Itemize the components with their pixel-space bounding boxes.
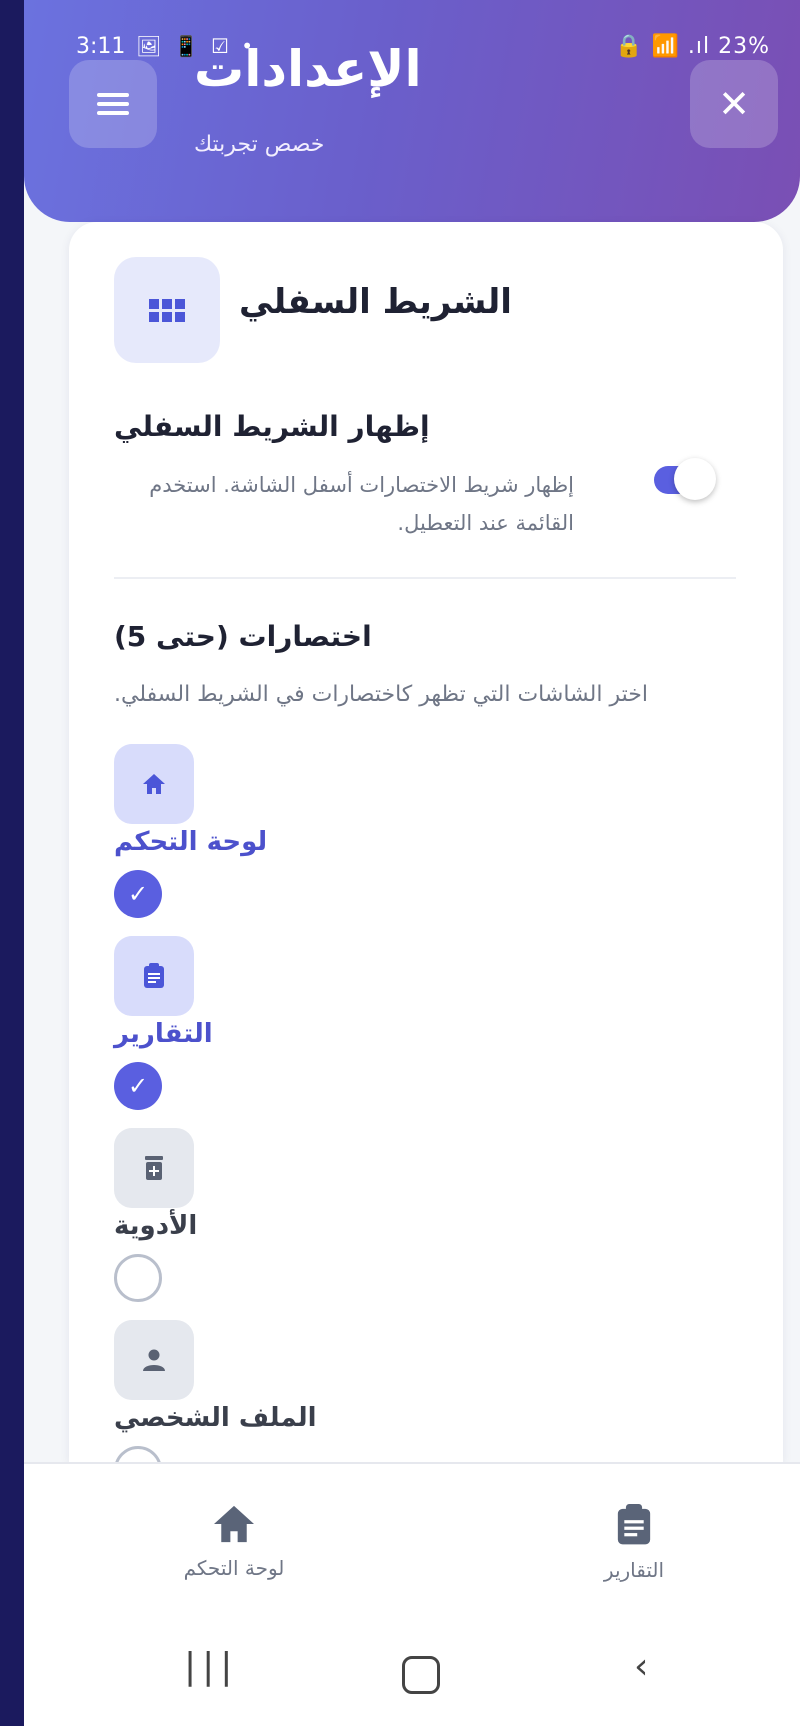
status-time: 3:11 [76,34,126,59]
home-icon [143,774,165,794]
shortcut-item-reports-icon-box[interactable] [114,936,194,1016]
grid-icon [149,298,185,322]
section-icon-box [114,257,220,363]
section-title: الشريط السفلي [239,282,512,322]
header: 3:11 🖼 📱 ☑ • 🔒 📶 .ıl 23% الإعدادات خصص ت… [24,0,800,222]
recent-apps-button[interactable]: ||| [184,1646,238,1687]
toggle-description: إظهار شريط الاختصارات أسفل الشاشة. استخد… [149,473,574,535]
settings-card: الشريط السفلي إظهار الشريط السفلي إظهار … [69,222,783,1462]
menu-button[interactable] [69,60,157,148]
shortcut-item-profile-icon-box[interactable] [114,1320,194,1400]
home-button[interactable] [402,1656,440,1694]
shortcut-checkbox-reports[interactable]: ✓ [114,1062,162,1110]
divider [114,577,736,579]
bottom-nav-reports[interactable]: التقارير [544,1504,724,1582]
close-button[interactable]: ✕ [690,60,778,148]
shortcut-checkbox-dashboard[interactable]: ✓ [114,870,162,918]
home-icon [214,1505,254,1543]
close-icon: ✕ [718,82,750,126]
shortcut-item-label: الأدوية [114,1211,198,1241]
shortcuts-description: اختر الشاشات التي تظهر كاختصارات في الشر… [114,682,648,707]
person-icon [143,1349,165,1371]
medicine-icon [145,1156,163,1180]
chevron-left-icon: ‹ [634,1646,649,1687]
shortcut-checkbox-profile[interactable] [114,1446,162,1462]
page-subtitle: خصص تجربتك [194,132,325,157]
page-title: الإعدادات [194,40,422,98]
nav-label: لوحة التحكم [183,1556,285,1580]
bottom-nav-bar: لوحة التحكم التقارير [24,1462,800,1620]
clipboard-icon [617,1504,651,1545]
shortcut-checkbox-medications[interactable] [114,1254,162,1302]
toggle-title: إظهار الشريط السفلي [114,410,430,443]
bottom-nav-dashboard[interactable]: لوحة التحكم [144,1504,324,1580]
phone-screen: 3:11 🖼 📱 ☑ • 🔒 📶 .ıl 23% الإعدادات خصص ت… [24,0,800,1726]
shortcuts-title: اختصارات (حتى 5) [114,620,372,653]
hamburger-icon [97,93,129,115]
shortcut-item-dashboard-icon-box[interactable] [114,744,194,824]
shortcut-item-medications-icon-box[interactable] [114,1128,194,1208]
check-icon: ✓ [127,1072,149,1100]
shortcut-item-label: لوحة التحكم [114,827,268,857]
clipboard-icon [144,963,164,988]
system-nav-bar: ||| ‹ [24,1618,800,1726]
shortcut-item-label: الملف الشخصي [114,1403,317,1433]
nav-label: التقارير [603,1558,665,1582]
show-bottom-bar-toggle[interactable] [654,458,718,500]
status-system-icons: 🔒 📶 .ıl 23% [615,34,770,59]
shortcut-item-label: التقارير [114,1019,213,1049]
back-button[interactable]: ‹ [634,1646,648,1687]
check-icon: ✓ [127,880,149,908]
